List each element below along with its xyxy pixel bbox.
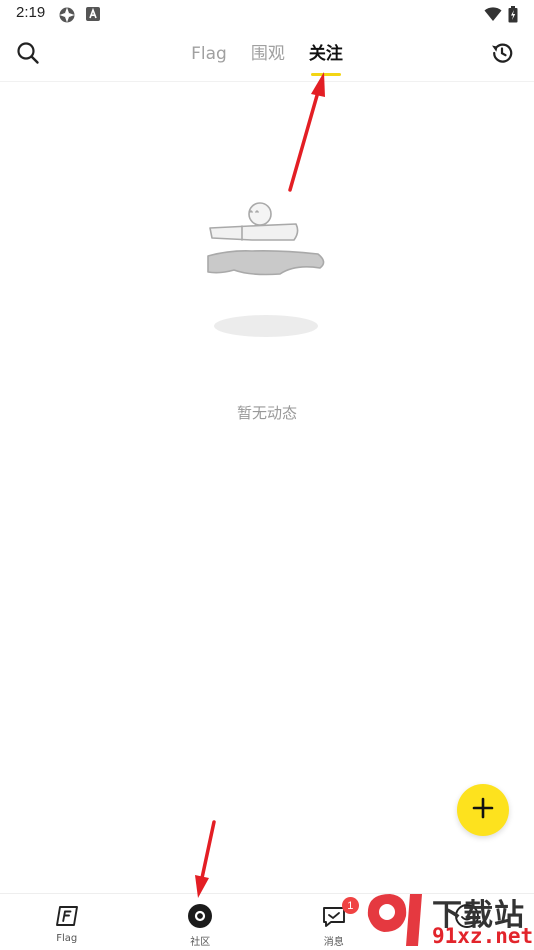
- plus-icon: [471, 796, 495, 824]
- bottom-nav-flag[interactable]: Flag: [0, 894, 134, 950]
- tab-label: Flag: [191, 44, 227, 64]
- watermark-site: 91xz.net: [432, 924, 534, 948]
- status-time: 2:19: [16, 4, 46, 21]
- message-icon: 1: [321, 897, 359, 929]
- tab-flag[interactable]: Flag: [191, 42, 227, 72]
- annotation-arrow-community: [195, 820, 216, 898]
- tab-watch[interactable]: 围观: [251, 42, 285, 72]
- bottom-nav-label: 消息: [323, 937, 344, 948]
- tab-bar: Flag 围观 关注: [0, 42, 534, 76]
- tab-label: 围观: [250, 44, 285, 64]
- community-icon: [187, 903, 213, 929]
- active-tab-indicator: [310, 73, 341, 76]
- annotation-arrows: [195, 72, 325, 898]
- status-bar: 2:19: [0, 0, 534, 28]
- wifi-icon: [484, 6, 502, 26]
- tab-label: 关注: [308, 44, 343, 64]
- bottom-nav-label: 社区: [190, 937, 211, 948]
- annotation-arrow-follow-tab: [288, 72, 325, 192]
- watermark-logo: [367, 894, 422, 946]
- history-button[interactable]: [485, 38, 519, 72]
- battery-icon: [508, 6, 518, 27]
- settings-status-icon: [58, 6, 76, 28]
- empty-state-text: 暂无动态: [236, 404, 297, 422]
- bottom-nav-community[interactable]: 社区: [134, 894, 268, 950]
- top-nav: Flag 围观 关注: [0, 28, 534, 82]
- history-icon: [489, 40, 515, 70]
- add-button[interactable]: [457, 784, 509, 836]
- flag-icon: [54, 903, 80, 929]
- bottom-nav-label: Flag: [56, 933, 78, 944]
- watermark: 下载站 91xz.net: [362, 886, 534, 950]
- empty-state-illustration: [200, 196, 335, 346]
- a-status-icon: [85, 6, 101, 26]
- unread-badge: 1: [341, 897, 359, 914]
- tab-follow[interactable]: 关注: [308, 42, 343, 76]
